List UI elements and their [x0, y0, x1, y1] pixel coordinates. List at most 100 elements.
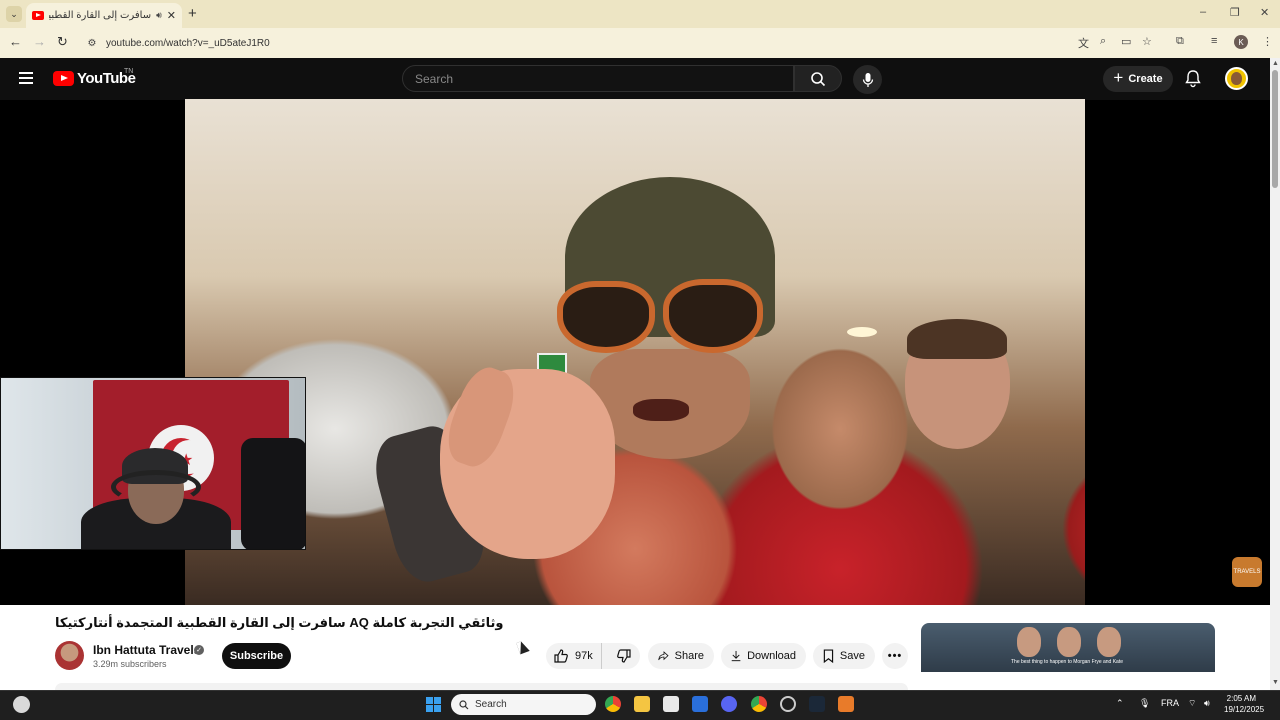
site-info-icon[interactable]: ⚙: [84, 35, 100, 51]
microphone-tray-icon[interactable]: 🎙︎: [1139, 698, 1150, 709]
like-button[interactable]: 97k: [546, 643, 602, 669]
youtube-header: YouTube TN Search + Create: [0, 58, 1270, 100]
subscriber-count: 3.29m subscribers: [93, 659, 167, 669]
youtube-favicon-icon: [32, 11, 44, 20]
headset-graphic: [111, 470, 201, 504]
share-button[interactable]: Share: [648, 643, 714, 669]
like-dislike-group: 97k: [546, 643, 640, 669]
close-window-button[interactable]: ✕: [1260, 6, 1269, 19]
reload-icon[interactable]: ↻: [57, 34, 68, 50]
description-box-edge[interactable]: [55, 683, 908, 690]
search-input[interactable]: Search: [402, 65, 794, 92]
thumbnail-person-graphic: [1017, 627, 1041, 657]
steam-icon[interactable]: [809, 696, 825, 712]
video-frame[interactable]: [185, 99, 1085, 605]
minimize-button[interactable]: –: [1200, 6, 1206, 18]
browser-tab-active[interactable]: سافرت إلى القارة القطبية ال 🔊︎ ✕: [26, 3, 182, 28]
save-label: Save: [839, 650, 865, 662]
taskbar-search-placeholder: Search: [475, 699, 507, 710]
url-text[interactable]: youtube.com/watch?v=_uD5ateJ1R0: [106, 38, 270, 49]
language-indicator[interactable]: FRA: [1161, 698, 1179, 708]
youtube-play-icon: [53, 71, 74, 86]
scrollbar-thumb[interactable]: [1272, 70, 1278, 188]
taskbar-clock[interactable]: 2:05 AM 19/12/2025: [1224, 693, 1265, 715]
search-button[interactable]: [794, 65, 842, 92]
search-icon: [459, 699, 469, 709]
zoom-icon[interactable]: ⌕: [1100, 35, 1106, 48]
app-taskbar-icon[interactable]: [838, 696, 854, 712]
ceiling-light-graphic: [847, 327, 877, 337]
hamburger-menu-icon[interactable]: [19, 72, 33, 84]
outlook-icon[interactable]: [692, 696, 708, 712]
sunglasses-right-graphic: [663, 279, 763, 353]
browser-menu-icon[interactable]: ⋮: [1262, 35, 1273, 48]
verified-badge-icon: ✓: [194, 645, 204, 655]
clock-date: 19/12/2025: [1224, 705, 1265, 714]
profile-avatar[interactable]: K: [1234, 35, 1248, 49]
taskbar-search-input[interactable]: Search: [451, 694, 596, 715]
speaker-icon[interactable]: 🔊︎: [156, 10, 162, 21]
thumbnail-person-graphic: [1097, 627, 1121, 657]
volume-icon[interactable]: 🔊︎: [1204, 698, 1210, 709]
cast-icon[interactable]: ▭: [1121, 35, 1131, 48]
like-count: 97k: [575, 650, 593, 662]
share-label: Share: [674, 650, 704, 662]
watermark-text: TRAVELS: [1233, 569, 1261, 575]
discord-icon[interactable]: [721, 696, 737, 712]
thumbs-down-icon: [616, 649, 631, 663]
notifications-bell-icon[interactable]: [1184, 69, 1202, 93]
logo-country-code: TN: [124, 68, 134, 75]
channel-avatar[interactable]: [55, 641, 84, 670]
file-explorer-icon[interactable]: [634, 696, 650, 712]
microsoft-store-icon[interactable]: [663, 696, 679, 712]
chrome-taskbar-icon[interactable]: [605, 696, 621, 712]
mouth-graphic: [633, 399, 689, 421]
gaming-chair-graphic: [241, 438, 305, 549]
download-label: Download: [747, 650, 796, 662]
chrome-active-taskbar-icon[interactable]: [751, 696, 767, 712]
create-button[interactable]: + Create: [1103, 66, 1173, 92]
dislike-button[interactable]: [608, 643, 642, 669]
search-icon: [811, 71, 826, 86]
thumbs-up-icon: [554, 649, 568, 663]
sunglasses-left-graphic: [557, 281, 655, 353]
more-actions-button[interactable]: •••: [882, 643, 908, 669]
webcam-overlay: ★: [0, 377, 306, 550]
microphone-icon: [862, 72, 873, 87]
save-button[interactable]: Save: [813, 643, 875, 669]
translate-icon[interactable]: 文: [1078, 35, 1089, 51]
recommended-video-thumbnail[interactable]: The best thing to happen to Morgan Frye …: [921, 623, 1215, 672]
forward-arrow-icon[interactable]: →: [33, 34, 46, 49]
back-arrow-icon[interactable]: ←: [9, 34, 22, 49]
account-avatar[interactable]: [1225, 67, 1248, 90]
channel-name[interactable]: Ibn Hattuta Travels: [93, 643, 200, 657]
tab-close-icon[interactable]: ✕: [167, 9, 176, 22]
bookmark-star-icon[interactable]: ☆: [1142, 35, 1152, 48]
windows-start-icon[interactable]: [426, 697, 441, 712]
subscribe-button[interactable]: Subscribe: [222, 643, 291, 669]
bookmark-icon: [823, 649, 834, 664]
new-tab-button[interactable]: +: [188, 5, 197, 22]
thumbnail-caption: The best thing to happen to Morgan Frye …: [1010, 659, 1124, 665]
background-person-hair-graphic: [907, 319, 1007, 359]
weather-widget-icon[interactable]: [13, 696, 30, 713]
channel-watermark-logo[interactable]: TRAVELS: [1232, 557, 1262, 587]
scroll-up-arrow-icon[interactable]: ▲: [1272, 60, 1279, 67]
address-bar[interactable]: ⚙ youtube.com/watch?v=_uD5ateJ1R0: [80, 32, 1100, 54]
voice-search-button[interactable]: [853, 65, 882, 94]
tab-search-dropdown[interactable]: ⌄: [6, 6, 22, 22]
share-arrow-icon: [658, 651, 669, 661]
reading-list-icon[interactable]: ≡: [1211, 35, 1217, 47]
plus-icon: +: [1113, 68, 1124, 87]
video-title: وثائقي التجربة كاملة AQ سافرت إلى القارة…: [55, 615, 504, 630]
tab-title: سافرت إلى القارة القطبية ال: [49, 10, 152, 21]
download-icon: [731, 650, 741, 662]
maximize-button[interactable]: ❐: [1230, 6, 1240, 19]
scroll-down-arrow-icon[interactable]: ▼: [1272, 679, 1279, 686]
wifi-icon[interactable]: ⌔: [1188, 698, 1196, 709]
obs-icon[interactable]: [780, 696, 796, 712]
download-button[interactable]: Download: [721, 643, 806, 669]
extensions-icon[interactable]: ⧉: [1176, 35, 1184, 48]
create-label: Create: [1128, 73, 1163, 85]
tray-overflow-chevron-icon[interactable]: ⌃: [1116, 698, 1124, 709]
